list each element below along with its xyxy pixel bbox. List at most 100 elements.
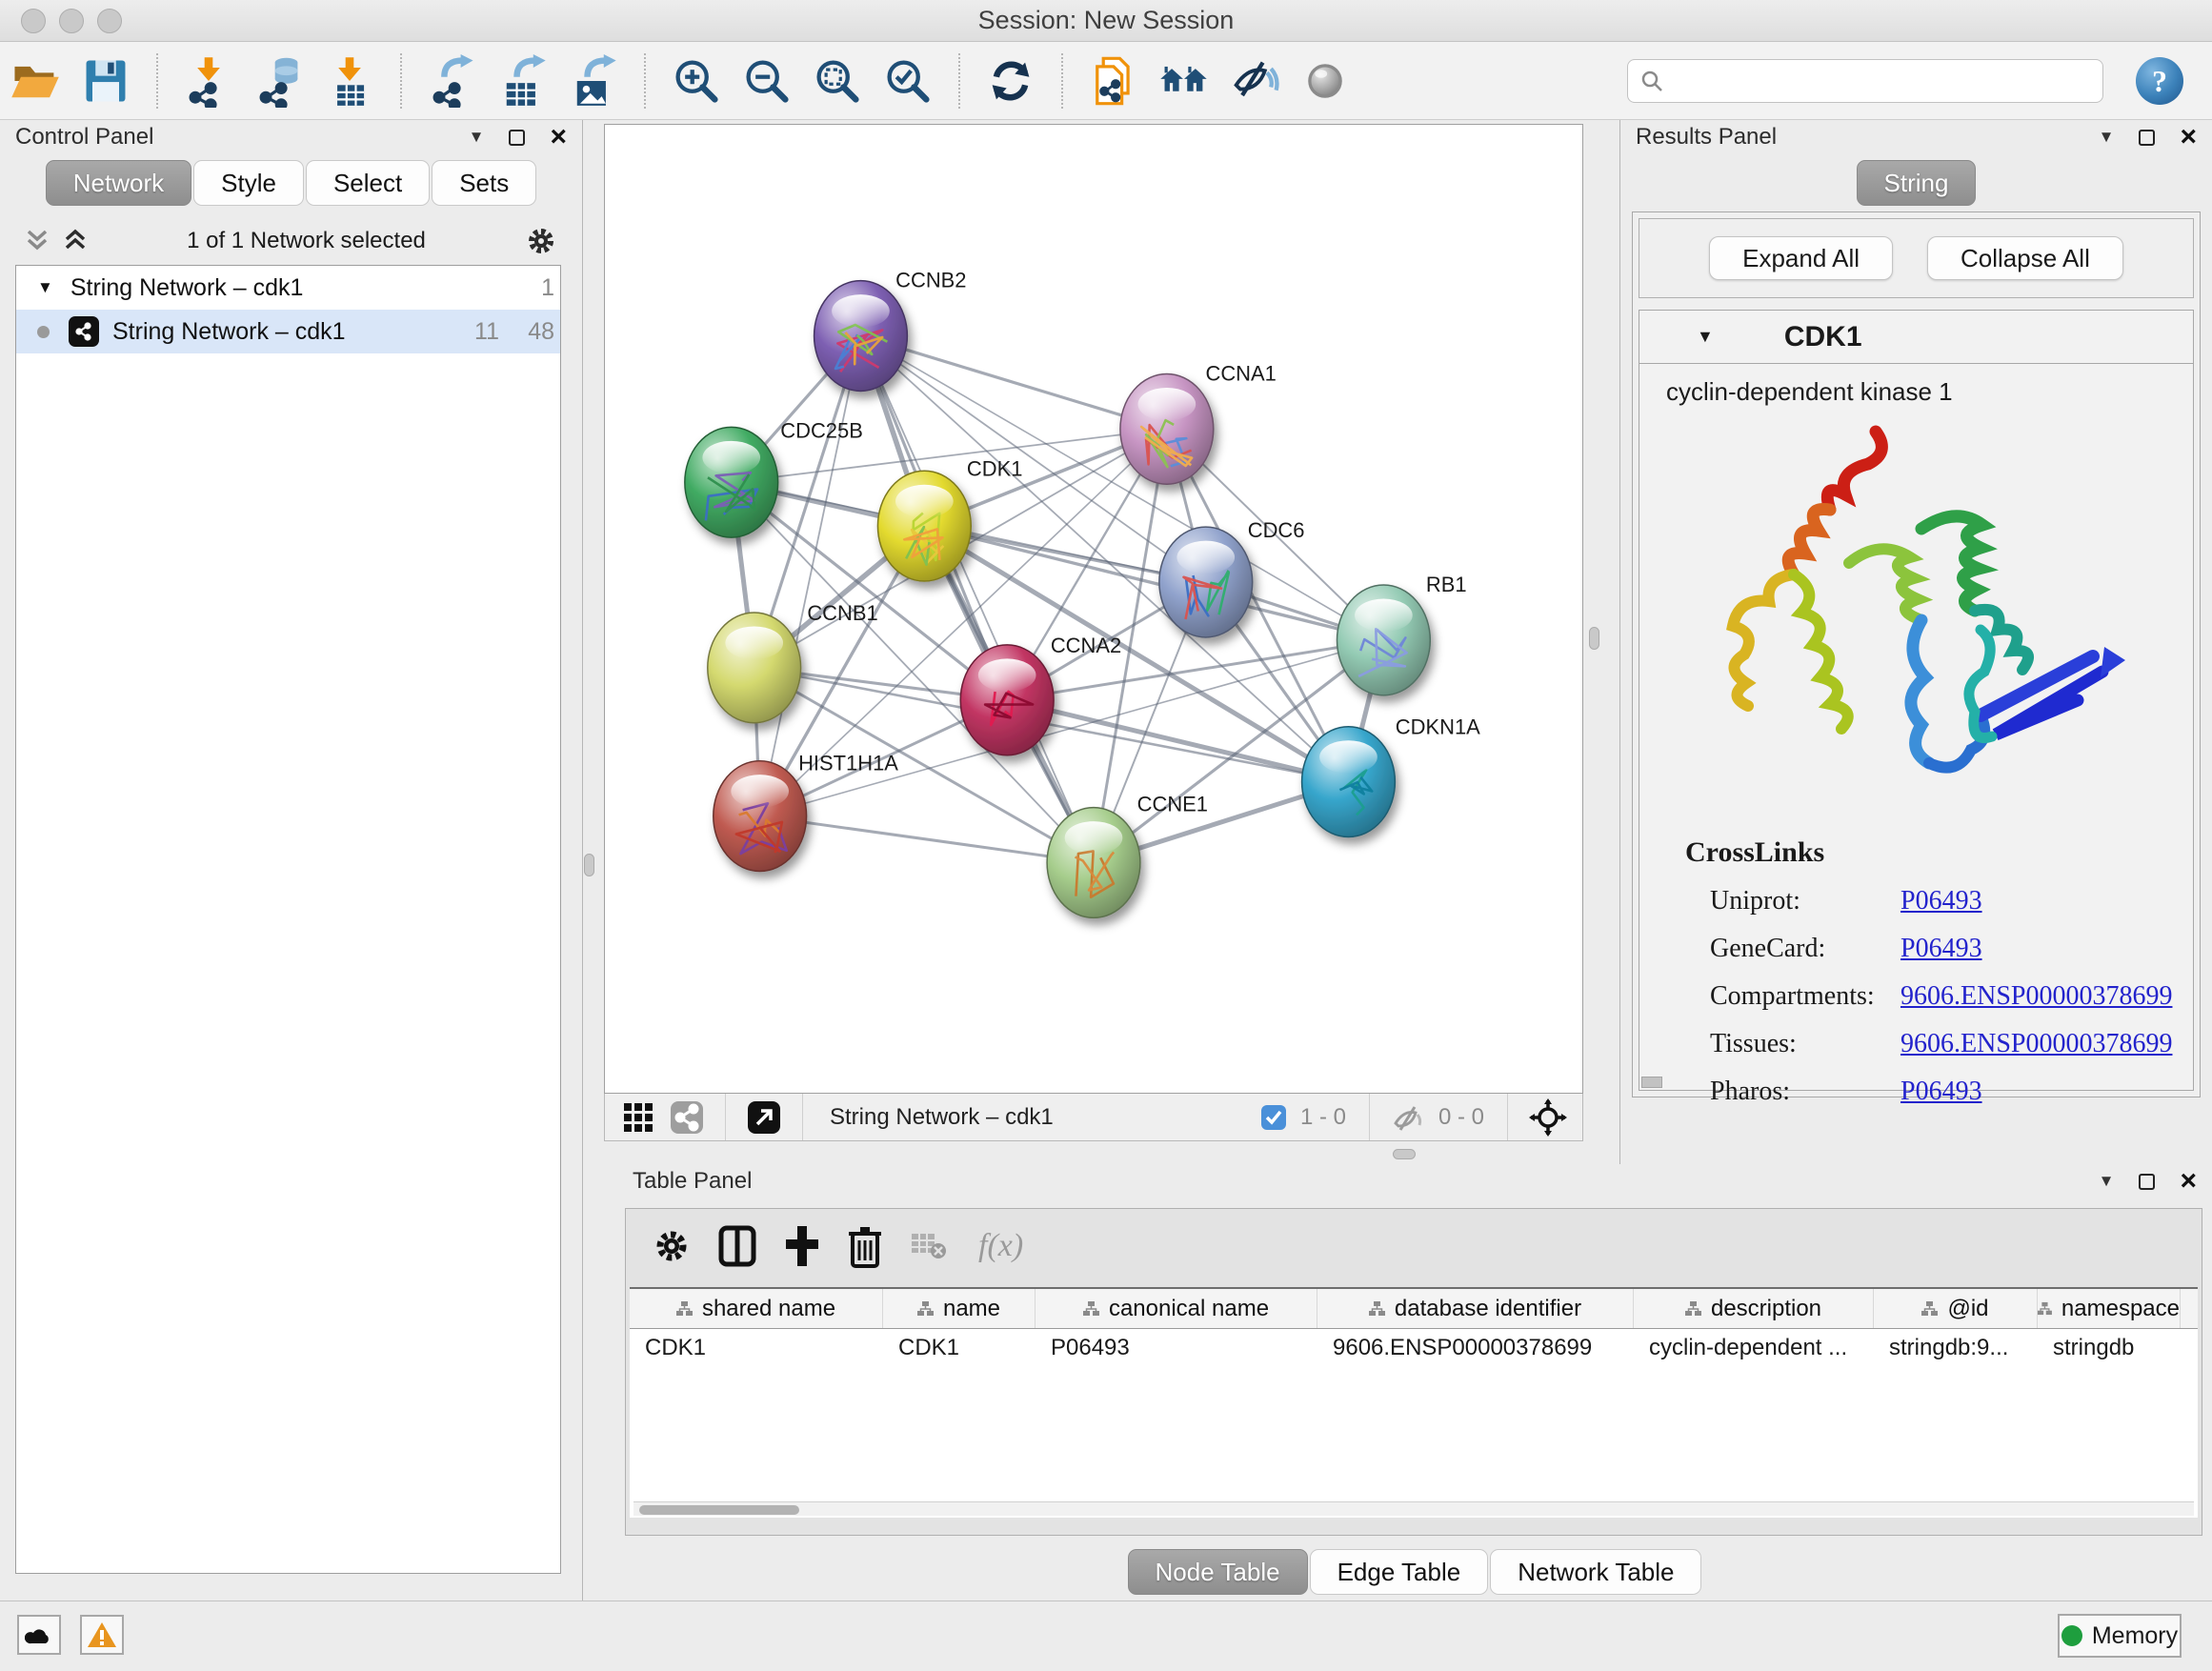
column-header[interactable]: name: [883, 1289, 1036, 1328]
tab-network[interactable]: Network: [46, 160, 191, 206]
table-row[interactable]: CDK1 CDK1 P06493 9606.ENSP00000378699 cy…: [630, 1329, 2198, 1367]
network-options-gear-icon[interactable]: [525, 225, 557, 257]
show-columns-icon[interactable]: [717, 1225, 757, 1267]
network-node-CDC6[interactable]: [1159, 527, 1253, 637]
export-image-icon[interactable]: [564, 51, 623, 111]
tab-node-table[interactable]: Node Table: [1128, 1549, 1308, 1595]
panel-float-icon[interactable]: [509, 130, 525, 146]
zoom-selected-icon[interactable]: [878, 51, 937, 111]
network-view-toolbar: String Network – cdk1 1 - 0 0 - 0: [604, 1094, 1583, 1141]
title-bar: Session: New Session: [0, 0, 2212, 42]
network-node-HIST1H1A[interactable]: [714, 761, 807, 872]
splitter-handle-bottom[interactable]: [1393, 1149, 1416, 1159]
scrollbar-thumb[interactable]: [639, 1505, 799, 1515]
warnings-button[interactable]: [80, 1615, 124, 1655]
network-node-CDKN1A[interactable]: [1302, 727, 1396, 837]
panel-close-icon[interactable]: ×: [2180, 128, 2197, 147]
expand-all-icon[interactable]: [63, 228, 88, 254]
crosslink-link[interactable]: 9606.ENSP00000378699: [1900, 1029, 2172, 1059]
network-collection-row[interactable]: ▼ String Network – cdk1 1: [16, 266, 560, 310]
crosslink-link[interactable]: P06493: [1900, 886, 1982, 916]
network-row[interactable]: String Network – cdk1 11 48: [16, 310, 560, 353]
hide-unhide-icon[interactable]: [1225, 51, 1284, 111]
apply-style-refresh-icon[interactable]: [981, 51, 1040, 111]
cloud-tasks-button[interactable]: [17, 1615, 61, 1655]
network-canvas[interactable]: CCNB2CCNA1CDC25BCDK1CDC6RB1CCNB1CCNA2CDK…: [604, 124, 1583, 1094]
network-edge[interactable]: [760, 336, 861, 816]
save-session-icon[interactable]: [76, 51, 135, 111]
expand-all-button[interactable]: Expand All: [1709, 236, 1893, 280]
panel-float-icon[interactable]: [2139, 1174, 2155, 1190]
column-header[interactable]: description: [1634, 1289, 1874, 1328]
tab-string[interactable]: String: [1857, 160, 1977, 206]
export-network-icon[interactable]: [423, 51, 482, 111]
table-options-gear-icon[interactable]: [653, 1227, 691, 1265]
add-column-icon[interactable]: [784, 1224, 820, 1268]
network-node-CCNB1[interactable]: [708, 613, 801, 723]
tab-network-table[interactable]: Network Table: [1490, 1549, 1701, 1595]
tab-edge-table[interactable]: Edge Table: [1310, 1549, 1489, 1595]
panel-menu-icon[interactable]: ▼: [469, 128, 485, 147]
birdseye-grid-icon[interactable]: [622, 1101, 654, 1134]
tab-style[interactable]: Style: [193, 160, 304, 206]
splitter-handle-right[interactable]: [1589, 627, 1599, 650]
protein-section-header[interactable]: ▼ CDK1: [1639, 311, 2193, 364]
network-edge[interactable]: [760, 816, 1094, 863]
main-toolbar: ?: [0, 42, 2212, 120]
network-node-CCNE1[interactable]: [1047, 808, 1140, 918]
column-header[interactable]: database identifier: [1317, 1289, 1634, 1328]
delete-column-icon[interactable]: [847, 1224, 883, 1268]
panel-close-icon[interactable]: ×: [550, 128, 567, 147]
column-header[interactable]: namespace: [2038, 1289, 2181, 1328]
import-network-database-icon[interactable]: [250, 51, 309, 111]
crosslink-link[interactable]: P06493: [1900, 934, 1982, 964]
string-results-box: Expand All Collapse All ▼ CDK1 cyclin-de…: [1632, 211, 2201, 1097]
network-node-CDC25B[interactable]: [685, 427, 778, 537]
panel-menu-icon[interactable]: ▼: [2099, 128, 2115, 147]
presentation-mode-icon[interactable]: [1296, 51, 1355, 111]
first-neighbors-icon[interactable]: [1155, 51, 1214, 111]
column-header[interactable]: shared name: [630, 1289, 883, 1328]
open-session-icon[interactable]: [6, 51, 65, 111]
network-node-CCNA2[interactable]: [960, 645, 1054, 755]
export-table-icon[interactable]: [493, 51, 553, 111]
results-scrollbar-thumb[interactable]: [1641, 1077, 1662, 1088]
string-network-icon[interactable]: [670, 1100, 704, 1135]
import-table-file-icon[interactable]: [320, 51, 379, 111]
duplicate-network-icon[interactable]: [1084, 51, 1143, 111]
search-box[interactable]: [1627, 59, 2103, 103]
zoom-fit-icon[interactable]: [808, 51, 867, 111]
network-node-CDK1[interactable]: [877, 471, 971, 581]
panel-close-icon[interactable]: ×: [2180, 1172, 2197, 1191]
network-edge[interactable]: [924, 526, 1383, 640]
fit-selected-crosshair-icon[interactable]: [1529, 1098, 1567, 1137]
tree-expand-icon[interactable]: ▼: [37, 278, 53, 297]
network-node-CCNB2[interactable]: [814, 281, 908, 392]
network-edge[interactable]: [860, 336, 1166, 430]
section-collapse-icon[interactable]: ▼: [1697, 327, 1714, 347]
crosslink-link[interactable]: 9606.ENSP00000378699: [1900, 981, 2172, 1012]
selected-checkbox-icon[interactable]: [1260, 1104, 1287, 1131]
column-header[interactable]: @id: [1874, 1289, 2038, 1328]
column-header[interactable]: canonical name: [1036, 1289, 1317, 1328]
network-node-RB1[interactable]: [1337, 585, 1431, 695]
collapse-all-button[interactable]: Collapse All: [1927, 236, 2123, 280]
crosslink-link[interactable]: P06493: [1900, 1077, 1982, 1107]
tab-select[interactable]: Select: [306, 160, 430, 206]
horizontal-scrollbar[interactable]: [633, 1501, 2194, 1516]
hidden-eye-icon[interactable]: [1391, 1102, 1425, 1133]
network-edge[interactable]: [860, 336, 1094, 863]
zoom-out-icon[interactable]: [737, 51, 796, 111]
import-network-file-icon[interactable]: [179, 51, 238, 111]
network-node-CCNA1[interactable]: [1120, 373, 1214, 484]
search-input[interactable]: [1674, 68, 2091, 94]
memory-button[interactable]: Memory: [2058, 1614, 2182, 1658]
zoom-in-icon[interactable]: [667, 51, 726, 111]
help-icon[interactable]: ?: [2130, 51, 2189, 111]
panel-float-icon[interactable]: [2139, 130, 2155, 146]
splitter-handle-left[interactable]: [584, 854, 594, 876]
panel-menu-icon[interactable]: ▼: [2099, 1172, 2115, 1191]
open-in-browser-icon[interactable]: [747, 1100, 781, 1135]
collapse-all-icon[interactable]: [25, 228, 50, 254]
tab-sets[interactable]: Sets: [432, 160, 536, 206]
